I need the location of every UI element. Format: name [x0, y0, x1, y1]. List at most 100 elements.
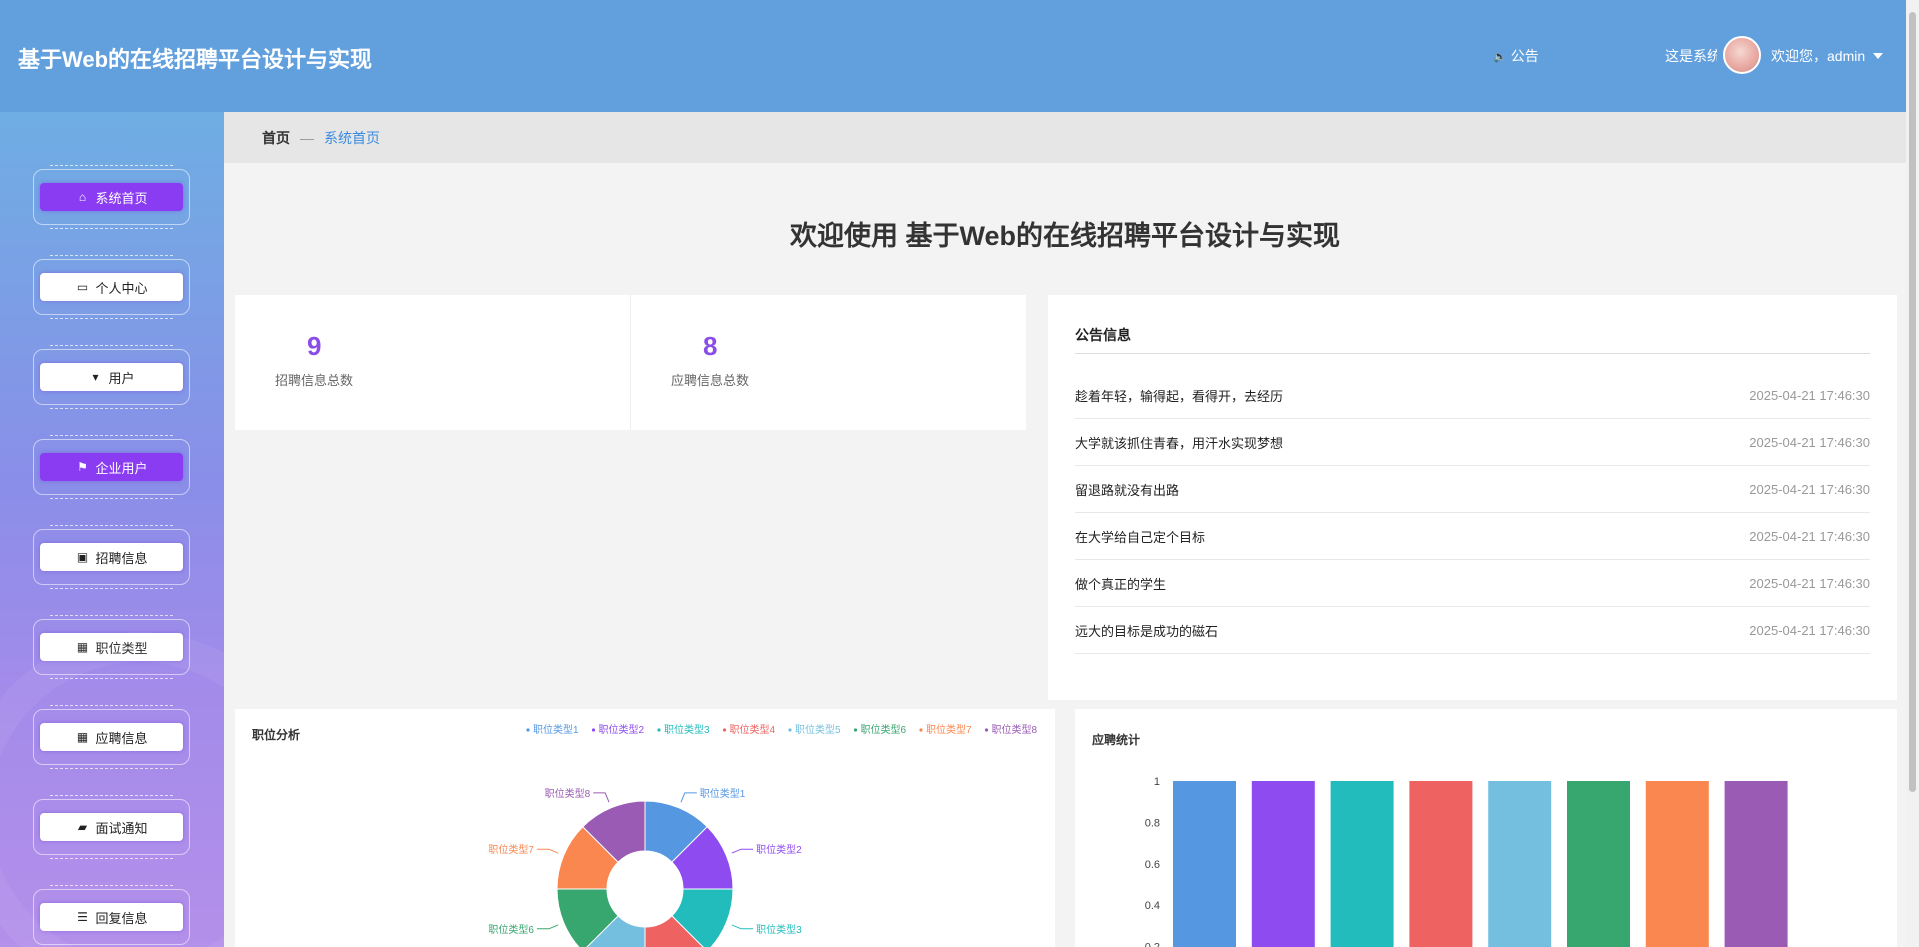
bar[interactable]	[1251, 781, 1315, 947]
notice-date: 2025-04-21 17:46:30	[1749, 528, 1870, 544]
pie-label: 职位类型2	[756, 843, 802, 856]
user-menu[interactable]: 欢迎您，admin	[1771, 46, 1884, 66]
legend-marker[interactable]	[591, 728, 596, 732]
breadcrumb-separator: —	[300, 129, 314, 146]
breadcrumb-home[interactable]: 首页	[262, 128, 290, 148]
notice-title[interactable]: 远大的目标是成功的磁石	[1075, 621, 1218, 640]
clipboard-icon: ▣	[76, 550, 89, 564]
y-tick-label: 0.2	[1145, 942, 1160, 947]
bar[interactable]	[1488, 781, 1552, 947]
bar[interactable]	[1173, 781, 1236, 947]
bar[interactable]	[1567, 781, 1630, 947]
pie-chart: 职位类型1 职位类型2 职位类型3 职位类型4 职位类型5 职位类型6 职位类型7 职位类型8…	[488, 723, 1038, 947]
sidebar-item-home[interactable]: ⌂ 系统首页	[33, 165, 190, 229]
legend-entry[interactable]: 职位类型6	[861, 723, 907, 736]
y-tick-label: 0.6	[1145, 859, 1160, 871]
notice-date: 2025-04-21 17:46:30	[1749, 622, 1870, 638]
y-tick-label: 0.4	[1145, 900, 1160, 912]
bar[interactable]	[1330, 781, 1394, 947]
notice-date: 2025-04-21 17:46:30	[1749, 481, 1870, 497]
notice-row[interactable]: 趁着年轻，输得起，看得开，去经历 2025-04-21 17:46:30	[1075, 372, 1870, 419]
legend-marker[interactable]	[788, 728, 792, 732]
notice-row[interactable]: 大学就该抓住青春，用汗水实现梦想 2025-04-21 17:46:30	[1075, 419, 1870, 466]
pie-label-line	[680, 792, 697, 803]
job-analysis-panel: 职位分析 职位类型1 职位类型2 职位类型3 职位类型4 职位类型5 职位类型6 职位类型7…	[235, 709, 1055, 947]
bar[interactable]	[1409, 781, 1473, 947]
pie-label-line	[536, 924, 559, 930]
home-icon: ⌂	[78, 190, 87, 204]
legend-marker[interactable]	[526, 728, 530, 732]
pie-label: 职位类型8	[545, 787, 591, 800]
page-title: 欢迎使用 基于Web的在线招聘平台设计与实现	[789, 221, 1340, 251]
announcement-marquee: 这是系统公告	[1665, 48, 1717, 64]
pie-label-line	[731, 848, 754, 854]
notice-panel-title: 公告信息	[1075, 327, 1131, 343]
legend-marker[interactable]	[722, 728, 727, 732]
notice-date: 2025-04-21 17:46:30	[1749, 434, 1870, 450]
pie-label: 职位类型7	[488, 843, 534, 856]
sidebar-item-job-postings[interactable]: ▣ 招聘信息	[33, 525, 190, 589]
pie-label: 职位类型1	[700, 787, 746, 800]
legend-entry[interactable]: 职位类型2	[599, 723, 645, 736]
top-header: 基于Web的在线招聘平台设计与实现 🔈 公告 这是系统公告 欢迎您，admin	[0, 0, 1906, 112]
stat-applications: 8 应聘信息总数	[630, 295, 1026, 430]
pie-label-line	[731, 924, 754, 930]
grid-icon: ▦	[76, 730, 89, 744]
notice-title[interactable]: 大学就该抓住青春，用汗水实现梦想	[1075, 433, 1283, 452]
legend-entry[interactable]: 职位类型8	[992, 723, 1038, 736]
notice-title[interactable]: 留退路就没有出路	[1075, 480, 1179, 499]
y-tick-label: 1	[1154, 776, 1160, 788]
sidebar-item-company-users[interactable]: ⚑ 企业用户	[33, 435, 190, 499]
caret-down-icon	[1873, 53, 1884, 59]
welcome-text: 欢迎您，admin	[1771, 48, 1866, 64]
notice-row[interactable]: 在大学给自己定个目标 2025-04-21 17:46:30	[1075, 513, 1870, 560]
bar[interactable]	[1724, 781, 1788, 947]
scrollbar-thumb[interactable]	[1909, 12, 1916, 792]
pie-label-line	[536, 848, 559, 854]
chart-title: 应聘统计	[1092, 733, 1141, 747]
notice-row[interactable]: 远大的目标是成功的磁石 2025-04-21 17:46:30	[1075, 607, 1870, 654]
legend-entry[interactable]: 职位类型1	[533, 723, 579, 736]
pie-label: 职位类型6	[488, 923, 534, 936]
card-icon: ▭	[76, 280, 89, 294]
legend-marker[interactable]	[919, 728, 923, 732]
sidebar-item-replies[interactable]: ☰ 回复信息	[33, 885, 190, 945]
stat-job-postings: 9 招聘信息总数	[235, 295, 630, 430]
stat-value: 8	[703, 331, 718, 361]
avatar[interactable]	[1723, 36, 1761, 74]
legend-marker[interactable]	[984, 728, 989, 732]
pie-label-line	[593, 792, 610, 803]
notice-title[interactable]: 趁着年轻，输得起，看得开，去经历	[1075, 386, 1283, 405]
stat-label: 应聘信息总数	[671, 373, 750, 388]
legend-entry[interactable]: 职位类型4	[730, 723, 776, 736]
legend-entry[interactable]: 职位类型3	[664, 723, 710, 736]
breadcrumb-current: 系统首页	[324, 129, 380, 146]
sidebar: ⌂ 系统首页 ▭ 个人中心 ▾ 用户 ⚑ 企业用户 ▣ 招聘信息 ▦ 职位类型 ▦ 应聘信息 …	[0, 112, 224, 947]
legend-entry[interactable]: 职位类型7	[926, 723, 972, 736]
stats-card: 9 招聘信息总数 8 应聘信息总数	[235, 295, 1026, 430]
notice-title[interactable]: 在大学给自己定个目标	[1075, 527, 1205, 546]
notice-row[interactable]: 做个真正的学生 2025-04-21 17:46:30	[1075, 560, 1870, 607]
legend-marker[interactable]	[657, 728, 661, 732]
breadcrumb: 首页 — 系统首页	[224, 112, 1906, 163]
legend-entry[interactable]: 职位类型5	[795, 723, 841, 736]
notice-row[interactable]: 留退路就没有出路 2025-04-21 17:46:30	[1075, 466, 1870, 513]
notice-date: 2025-04-21 17:46:30	[1749, 387, 1870, 403]
flag-icon: ⚑	[77, 460, 88, 474]
sidebar-item-applications[interactable]: ▦ 应聘信息	[33, 705, 190, 769]
sidebar-item-profile[interactable]: ▭ 个人中心	[33, 255, 190, 319]
speaker-icon: 🔈	[1493, 50, 1507, 63]
chart-title: 职位分析	[252, 728, 301, 742]
bar-chart: 1 0.8 0.6 0.4 0.2	[1145, 776, 1788, 947]
sidebar-item-interview-notices[interactable]: ▰ 面试通知	[33, 795, 190, 859]
stat-label: 招聘信息总数	[275, 373, 354, 388]
notice-link[interactable]: 🔈 公告	[1493, 46, 1539, 66]
notice-title[interactable]: 做个真正的学生	[1075, 574, 1166, 593]
legend-marker[interactable]	[853, 728, 858, 732]
sidebar-item-job-types[interactable]: ▦ 职位类型	[33, 615, 190, 679]
sidebar-item-users[interactable]: ▾ 用户	[33, 345, 190, 409]
sliders-icon: ☰	[77, 910, 88, 924]
vertical-scrollbar[interactable]	[1906, 0, 1919, 947]
pie-label: 职位类型3	[756, 923, 802, 936]
bar[interactable]	[1645, 781, 1709, 947]
